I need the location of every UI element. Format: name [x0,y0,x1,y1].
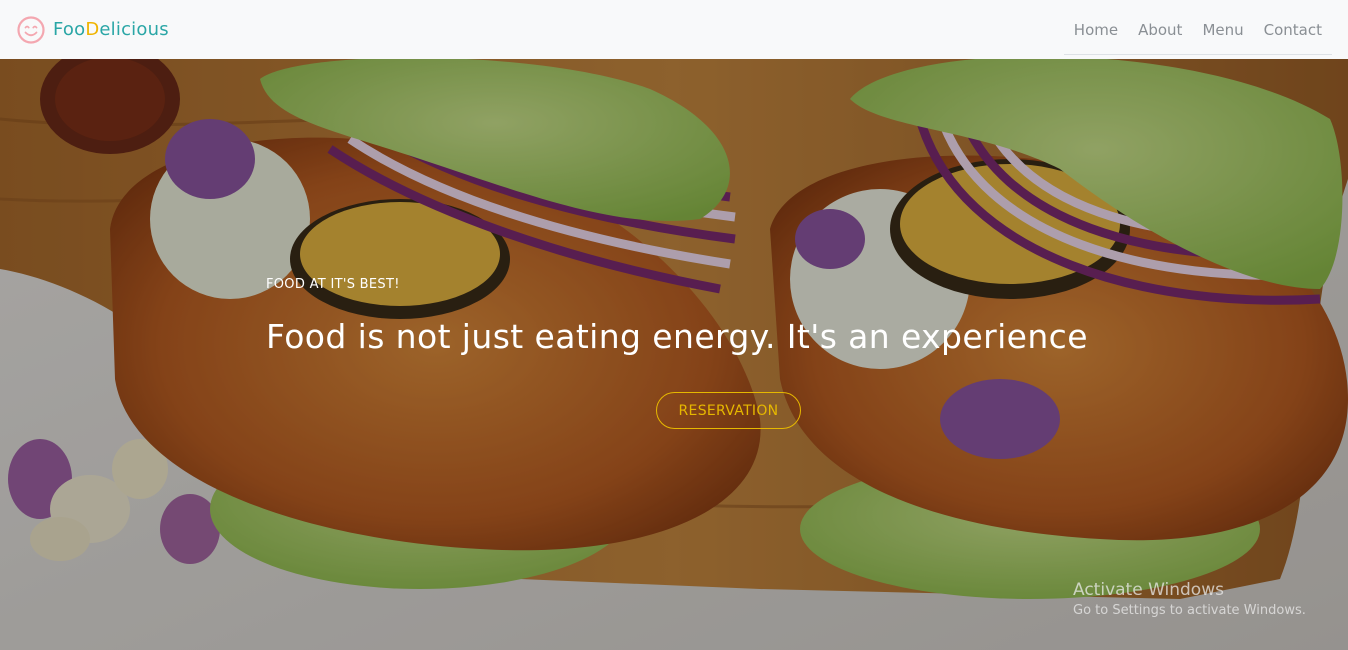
nav-link-about[interactable]: About [1128,21,1192,39]
watermark-title: Activate Windows [1073,580,1224,600]
hero-section: FOOD AT IT'S BEST! Food is not just eati… [0,59,1348,650]
nav-link-home[interactable]: Home [1064,21,1128,39]
nav-link-contact[interactable]: Contact [1254,21,1332,39]
watermark-subtitle: Go to Settings to activate Windows. [1073,603,1306,618]
nav-link-menu[interactable]: Menu [1192,21,1253,39]
smiley-icon [16,15,46,45]
reservation-button[interactable]: RESERVATION [656,392,801,429]
navbar: FooDelicious Home About Menu Contact [0,0,1348,59]
brand-name-part1: Foo [53,19,86,40]
brand-name-part2: D [85,19,100,40]
windows-activation-watermark: Activate Windows Go to Settings to activ… [1073,580,1306,618]
brand-name: FooDelicious [53,19,169,40]
nav-links: Home About Menu Contact [1063,7,1332,55]
hero-subtitle: FOOD AT IT'S BEST! [266,277,400,292]
brand-name-part3: elicious [99,19,169,40]
brand-logo[interactable]: FooDelicious [16,15,169,45]
hero-title: Food is not just eating energy. It's an … [266,317,1088,356]
